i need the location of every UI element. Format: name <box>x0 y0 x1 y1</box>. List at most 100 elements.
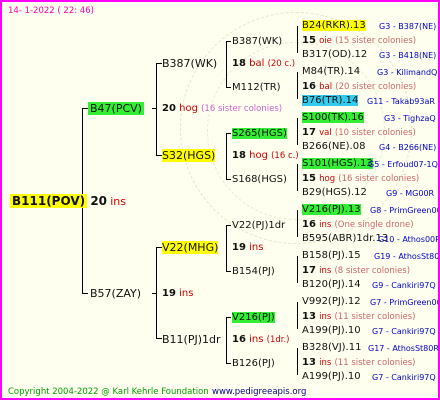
gen4-bottom-generation: G7 - Cankiri97Q <box>372 327 436 336</box>
connector <box>152 293 157 294</box>
gen4-top-queen[interactable]: V216(PJ).13 <box>302 204 361 215</box>
gen4-sisters: (16 sister colonies) <box>338 174 420 184</box>
connector <box>156 63 157 155</box>
gen3-queen[interactable]: B387(WK) <box>232 35 282 48</box>
gen4-bottom-queen[interactable]: B317(OD).12 <box>302 48 367 61</box>
gen4-breeder: ins <box>319 312 332 322</box>
gen3-entry: V216(PJ) <box>232 311 275 324</box>
root-breeder: ins <box>110 195 126 208</box>
gen1-sisters: (16 sister colonies) <box>201 104 283 114</box>
connector <box>297 26 298 53</box>
gen1-entry: B57(ZAY) <box>88 286 143 301</box>
gen4-top-generation: G7 - PrimGreen00 <box>370 298 440 307</box>
gen4-top-queen[interactable]: B24(RKR).13 <box>302 20 366 31</box>
connector <box>226 87 231 88</box>
gen3-queen[interactable]: V22(PJ)1dr <box>232 219 285 232</box>
gen4-top-generation: G3 - B387(NE) <box>379 22 437 31</box>
gen4-top-entry: S100(TK).16 <box>302 111 364 124</box>
gen4-year: 16 <box>302 81 316 92</box>
gen4-bottom-queen[interactable]: B120(PJ).14 <box>302 278 361 291</box>
footer-copyright: Copyright 2004-2022 @ Karl Kehrle Founda… <box>8 387 209 397</box>
gen1-queen[interactable]: B47(PCV) <box>88 102 144 115</box>
gen2-queen[interactable]: B11(PJ)1dr <box>162 333 221 346</box>
gen4-top-entry: B24(RKR).13 <box>302 19 366 32</box>
gen4-year: 15 <box>302 35 316 46</box>
gen3-queen[interactable]: M112(TR) <box>232 81 281 94</box>
gen4-detail: 17 val (10 sister colonies) <box>302 126 416 140</box>
gen4-top-queen[interactable]: B328(VJ).11 <box>302 341 361 354</box>
root-queen[interactable]: B111(POV) <box>10 194 88 208</box>
gen2-queen[interactable]: S32(HGS) <box>162 149 216 162</box>
connector <box>226 271 231 272</box>
gen1-year: 20 <box>162 103 176 114</box>
connector <box>226 363 231 364</box>
gen4-detail: 15 oie (15 sister colonies) <box>302 34 416 48</box>
footer-link[interactable]: www.pedigreeapis.org <box>212 386 306 398</box>
gen4-bottom-queen[interactable]: B29(HGS).12 <box>302 186 367 199</box>
gen2-year: 18 <box>232 150 246 161</box>
gen2-entry: B11(PJ)1dr <box>162 332 221 347</box>
header-date: 14- 1-2022 ( 22: 46) <box>8 6 94 16</box>
gen2-sisters: (20 c.) <box>267 59 296 69</box>
gen2-year: 16 <box>232 334 246 345</box>
gen4-top-queen[interactable]: S100(TK).16 <box>302 112 364 123</box>
gen4-breeder: hog <box>319 174 336 184</box>
gen4-sisters: (10 sister colonies) <box>334 128 416 138</box>
gen2-entry: S32(HGS) <box>162 148 216 163</box>
gen1-detail: 20 hog (16 sister colonies) <box>162 102 282 116</box>
gen3-queen[interactable]: B154(PJ) <box>232 265 275 278</box>
connector <box>297 348 298 375</box>
gen4-bottom-entry: B76(TR).14 <box>302 94 359 107</box>
gen2-detail: 16 ins (1dr.) <box>232 333 289 347</box>
gen4-top-queen[interactable]: B158(PJ).15 <box>302 249 361 262</box>
gen4-sisters: (8 sister colonies) <box>334 266 411 276</box>
gen2-queen[interactable]: B387(WK) <box>162 57 217 70</box>
gen1-breeder: hog <box>179 103 198 114</box>
gen4-top-queen[interactable]: M84(TR).14 <box>302 65 360 78</box>
gen4-bottom-generation: G10 - Athos00R <box>378 235 440 244</box>
gen4-top-generation: G3 - TighzaQ <box>384 114 436 123</box>
root-entry: B111(POV) 20 ins <box>10 193 126 209</box>
gen4-bottom-generation: G9 - MG00R <box>386 189 435 198</box>
gen1-year: 19 <box>162 288 176 299</box>
gen3-queen[interactable]: B126(PJ) <box>232 357 275 370</box>
gen2-detail: 19 ins <box>232 241 263 254</box>
gen4-top-queen[interactable]: V992(PJ).12 <box>302 295 361 308</box>
gen4-bottom-queen[interactable]: B266(NE).08 <box>302 140 365 153</box>
gen2-entry: V22(MHG) <box>162 240 219 255</box>
gen3-queen[interactable]: S265(HGS) <box>232 128 287 139</box>
gen2-breeder: bal <box>249 58 265 69</box>
gen4-bottom-generation: G4 - B266(NE) <box>379 143 437 152</box>
gen4-sisters: (11 sister colonies) <box>334 358 416 368</box>
gen4-bottom-queen[interactable]: B595(ABR)1dr.13 <box>302 232 388 245</box>
gen2-queen[interactable]: V22(MHG) <box>162 241 219 254</box>
gen4-bottom-queen[interactable]: B76(TR).14 <box>302 95 359 106</box>
gen4-detail: 13 ins (11 sister colonies) <box>302 356 415 370</box>
gen4-detail: 13 ins (11 sister colonies) <box>302 310 415 324</box>
gen4-bottom-queen[interactable]: A199(PJ).10 <box>302 370 361 383</box>
gen2-breeder: ins <box>249 334 264 345</box>
connector <box>297 302 298 329</box>
connector <box>297 256 298 283</box>
gen4-sisters: (One single drone) <box>334 220 414 230</box>
gen4-sisters: (11 sister colonies) <box>334 312 416 322</box>
connector <box>297 118 298 145</box>
gen4-top-queen[interactable]: S101(HGS).13 <box>302 158 373 169</box>
connector <box>226 133 227 179</box>
gen2-detail: 18 hog (16 c.) <box>232 149 299 163</box>
gen2-breeder: ins <box>249 242 264 253</box>
gen3-queen[interactable]: V216(PJ) <box>232 312 275 323</box>
gen3-queen[interactable]: S168(HGS) <box>232 173 287 186</box>
gen3-entry: S265(HGS) <box>232 127 287 140</box>
gen4-sisters: (15 sister colonies) <box>335 36 417 46</box>
root-year: 20 <box>90 194 108 208</box>
gen4-top-generation: G8 - PrimGreen00 <box>370 206 440 215</box>
gen1-queen[interactable]: B57(ZAY) <box>88 287 143 300</box>
connector <box>297 210 298 237</box>
gen1-breeder: ins <box>179 288 194 299</box>
gen2-sisters: (1dr.) <box>266 335 290 345</box>
gen2-sisters: (16 c.) <box>271 151 299 161</box>
gen4-bottom-queen[interactable]: A199(PJ).10 <box>302 324 361 337</box>
gen2-year: 18 <box>232 58 246 69</box>
gen4-bottom-generation: G9 - Cankiri97Q <box>372 281 436 290</box>
